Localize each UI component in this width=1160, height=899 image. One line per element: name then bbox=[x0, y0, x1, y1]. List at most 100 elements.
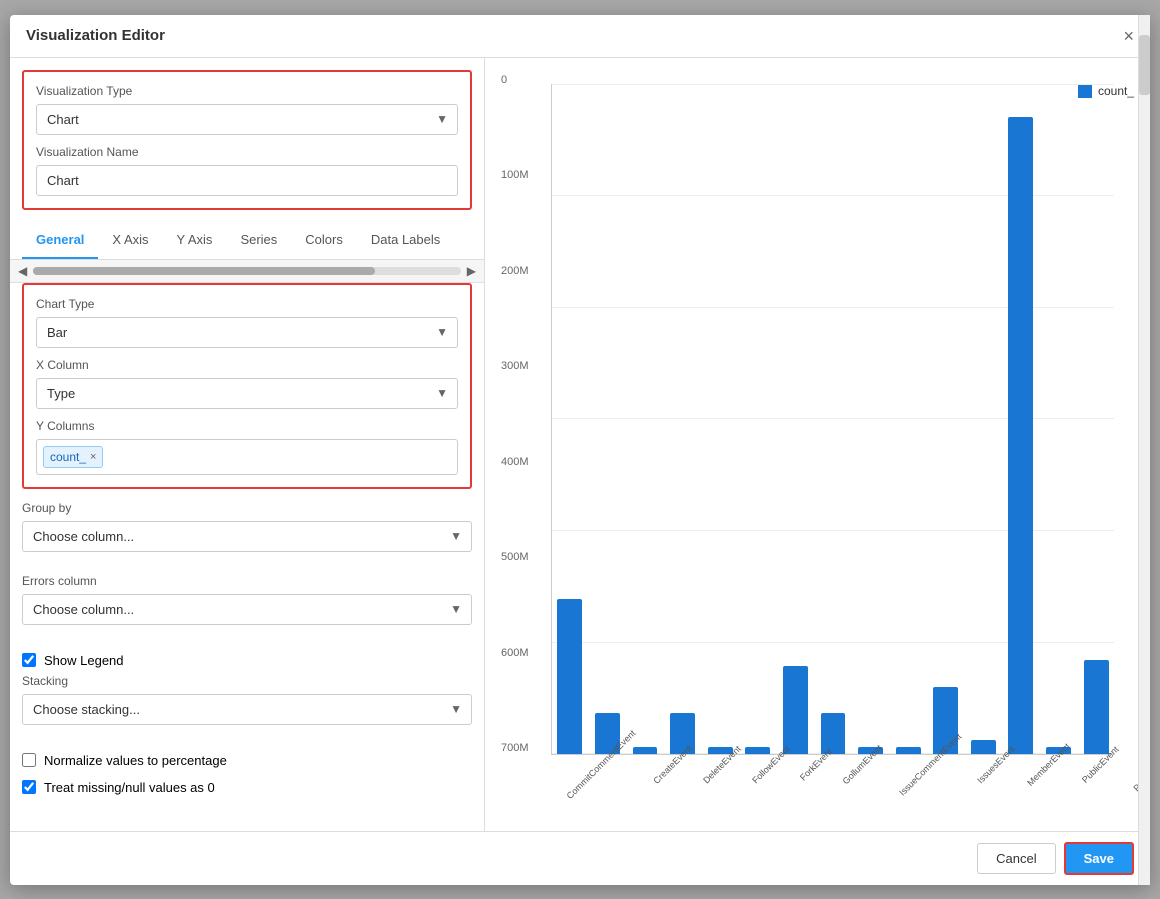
chart-area: count_ 700M 600M 500M 400M 300M 200M 100… bbox=[501, 74, 1134, 815]
viz-name-input[interactable] bbox=[36, 165, 458, 196]
bar bbox=[1084, 660, 1109, 754]
left-panel: Visualization Type Chart ▼ Visualization… bbox=[10, 58, 485, 831]
bar-group bbox=[928, 84, 964, 754]
x-column-wrapper: Type ▼ bbox=[36, 378, 458, 409]
errors-column-label: Errors column bbox=[22, 574, 472, 588]
normalize-checkbox[interactable] bbox=[22, 753, 36, 767]
chart-type-wrapper: Bar ▼ bbox=[36, 317, 458, 348]
viz-name-label: Visualization Name bbox=[36, 145, 458, 159]
bar bbox=[896, 747, 921, 754]
tab-data-labels[interactable]: Data Labels bbox=[357, 222, 454, 259]
treat-missing-label: Treat missing/null values as 0 bbox=[44, 780, 215, 795]
chart-type-label: Chart Type bbox=[36, 297, 458, 311]
cancel-button[interactable]: Cancel bbox=[977, 843, 1055, 874]
show-legend-checkbox[interactable] bbox=[22, 653, 36, 667]
bar bbox=[557, 599, 582, 753]
y-label-7: 700M bbox=[501, 742, 546, 754]
close-button[interactable]: × bbox=[1123, 27, 1134, 45]
chart-bars bbox=[551, 84, 1114, 755]
bar-group bbox=[1003, 84, 1039, 754]
treat-missing-checkbox[interactable] bbox=[22, 780, 36, 794]
scroll-thumb[interactable] bbox=[33, 267, 375, 275]
x-label: CommitCommentEvent bbox=[551, 757, 644, 815]
bar-group bbox=[1041, 84, 1077, 754]
y-label-3: 300M bbox=[501, 360, 546, 372]
x-label: IssueCommentEvent bbox=[885, 757, 969, 815]
x-label: MemberEvent bbox=[1017, 757, 1073, 815]
bar-group bbox=[627, 84, 663, 754]
normalize-row: Normalize values to percentage bbox=[10, 747, 484, 774]
errors-column-wrapper: Choose column... ▼ bbox=[22, 594, 472, 625]
x-label: ForkEvent bbox=[792, 757, 833, 815]
modal-overlay: Visualization Editor × Visualization Typ… bbox=[0, 0, 1160, 899]
visualization-editor-modal: Visualization Editor × Visualization Typ… bbox=[10, 15, 1150, 885]
x-label: CreateEvent bbox=[644, 757, 694, 815]
y-column-tag-close[interactable]: × bbox=[90, 451, 96, 463]
scrollbar[interactable] bbox=[1138, 58, 1150, 831]
bar-group bbox=[966, 84, 1002, 754]
y-label-2: 200M bbox=[501, 265, 546, 277]
bar bbox=[633, 747, 658, 754]
modal-title: Visualization Editor bbox=[26, 27, 165, 44]
x-axis-labels: CommitCommentEventCreateEventDeleteEvent… bbox=[551, 757, 1114, 815]
normalize-label: Normalize values to percentage bbox=[44, 753, 227, 768]
y-label-6: 600M bbox=[501, 647, 546, 659]
scrollbar-thumb[interactable] bbox=[1139, 58, 1150, 95]
group-by-section: Group by Choose column... ▼ bbox=[10, 501, 484, 574]
y-label-4: 400M bbox=[501, 456, 546, 468]
bar-group bbox=[740, 84, 776, 754]
x-column-select[interactable]: Type bbox=[36, 378, 458, 409]
tab-colors[interactable]: Colors bbox=[291, 222, 357, 259]
x-label: DeleteEvent bbox=[694, 757, 743, 815]
show-legend-row: Show Legend bbox=[10, 647, 484, 674]
tab-general[interactable]: General bbox=[22, 222, 98, 259]
scroll-right-icon[interactable]: ▶ bbox=[467, 264, 476, 278]
y-columns-label: Y Columns bbox=[36, 419, 458, 433]
scroll-bar: ◀ ▶ bbox=[10, 260, 484, 283]
group-by-select[interactable]: Choose column... bbox=[22, 521, 472, 552]
viz-type-label: Visualization Type bbox=[36, 84, 458, 98]
bar-group bbox=[665, 84, 701, 754]
errors-column-section: Errors column Choose column... ▼ bbox=[10, 574, 484, 647]
tab-series[interactable]: Series bbox=[226, 222, 291, 259]
group-by-label: Group by bbox=[22, 501, 472, 515]
x-column-label: X Column bbox=[36, 358, 458, 372]
viz-type-wrapper: Chart ▼ bbox=[36, 104, 458, 135]
scroll-track bbox=[33, 267, 461, 275]
bar-group bbox=[702, 84, 738, 754]
tab-x-axis[interactable]: X Axis bbox=[98, 222, 162, 259]
bar bbox=[745, 747, 770, 754]
stacking-select[interactable]: Choose stacking... bbox=[22, 694, 472, 725]
bar-group bbox=[890, 84, 926, 754]
save-button[interactable]: Save bbox=[1064, 842, 1134, 875]
errors-column-select[interactable]: Choose column... bbox=[22, 594, 472, 625]
scroll-left-icon[interactable]: ◀ bbox=[18, 264, 27, 278]
viz-type-select[interactable]: Chart bbox=[36, 104, 458, 135]
tab-y-axis[interactable]: Y Axis bbox=[163, 222, 227, 259]
stacking-section: Stacking Choose stacking... ▼ bbox=[10, 674, 484, 747]
bar bbox=[783, 666, 808, 753]
chart-config-section: Chart Type Bar ▼ X Column Type ▼ bbox=[22, 283, 472, 489]
bar-group bbox=[590, 84, 626, 754]
y-columns-box[interactable]: count_ × bbox=[36, 439, 458, 475]
bar-group bbox=[853, 84, 889, 754]
right-panel: count_ 700M 600M 500M 400M 300M 200M 100… bbox=[485, 58, 1150, 831]
y-column-tag: count_ × bbox=[43, 446, 103, 468]
x-label: PublicEvent bbox=[1073, 757, 1121, 815]
tabs-bar: General X Axis Y Axis Series Colors Data… bbox=[10, 222, 484, 260]
x-label: FollowEvent bbox=[743, 757, 792, 815]
bar-group bbox=[778, 84, 814, 754]
x-label: GollumEvent bbox=[833, 757, 885, 815]
x-label: IssuesEvent bbox=[968, 757, 1017, 815]
group-by-wrapper: Choose column... ▼ bbox=[22, 521, 472, 552]
y-label-1: 100M bbox=[501, 169, 546, 181]
y-label-0: 0 bbox=[501, 74, 546, 86]
stacking-wrapper: Choose stacking... ▼ bbox=[22, 694, 472, 725]
modal-header: Visualization Editor × bbox=[10, 15, 1150, 58]
stacking-label: Stacking bbox=[22, 674, 472, 688]
bar-group bbox=[1078, 84, 1114, 754]
y-column-tag-label: count_ bbox=[50, 450, 86, 464]
chart-type-select[interactable]: Bar bbox=[36, 317, 458, 348]
modal-body: Visualization Type Chart ▼ Visualization… bbox=[10, 58, 1150, 831]
treat-missing-row: Treat missing/null values as 0 bbox=[10, 774, 484, 801]
